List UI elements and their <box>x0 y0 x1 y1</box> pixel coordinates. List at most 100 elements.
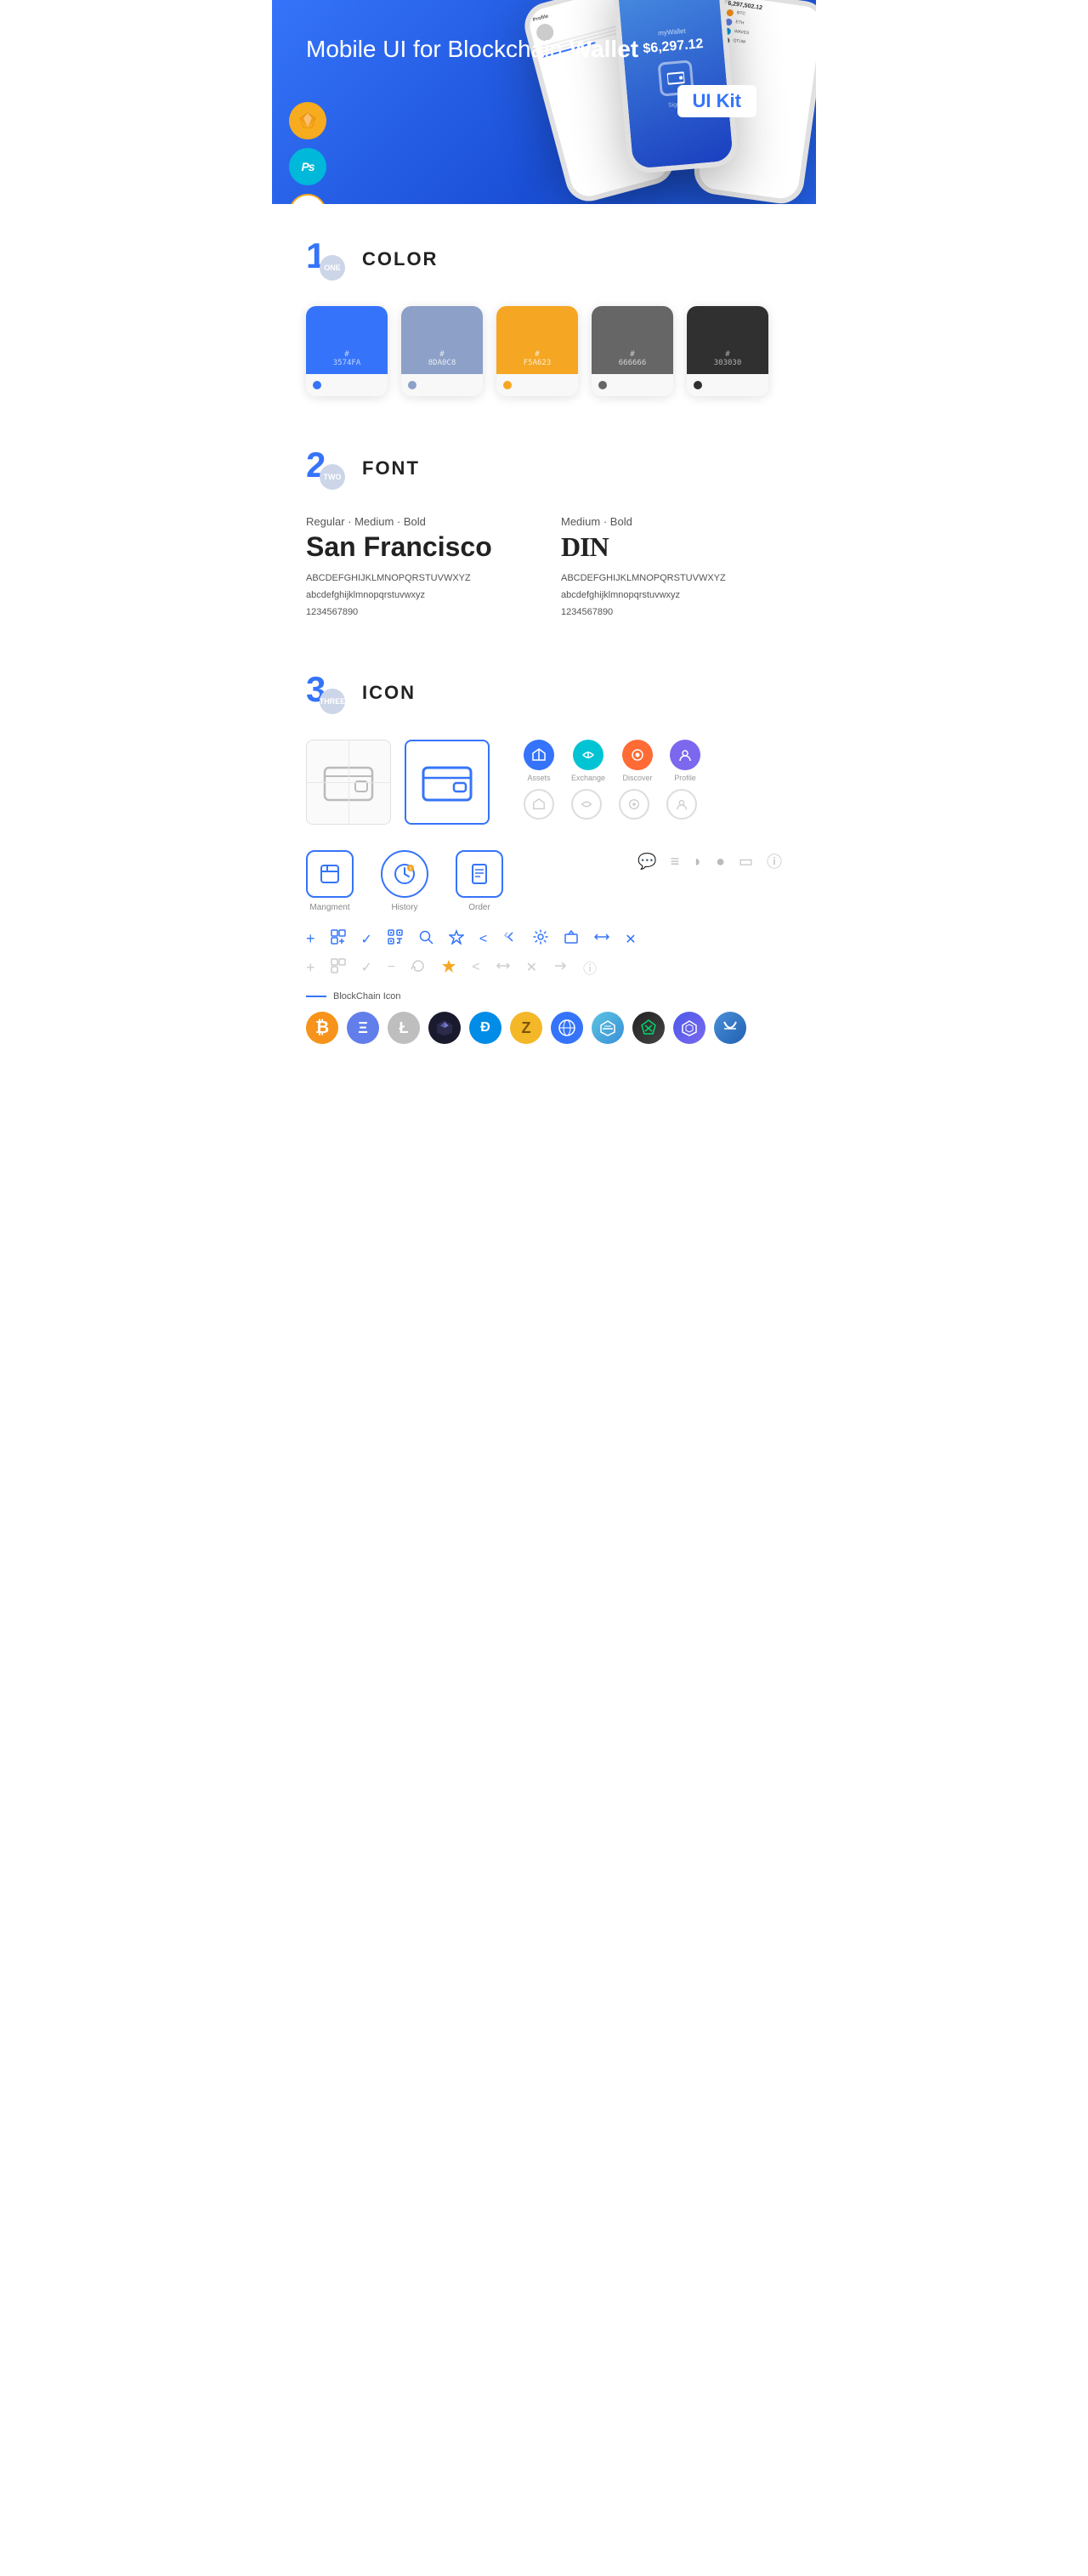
sf-num: 1234567890 <box>306 604 527 621</box>
dark-icon[interactable] <box>428 1012 461 1044</box>
grid-edit-icon-gray <box>331 958 346 978</box>
order-icon[interactable] <box>456 850 503 898</box>
font-section-number: 2 TWO <box>306 447 348 490</box>
din-name: DIN <box>561 533 782 560</box>
discover-icon-outline <box>619 789 649 820</box>
exchange-icon-outline <box>571 789 602 820</box>
exchange-label: Exchange <box>571 774 605 782</box>
stack-icon[interactable]: ≡ <box>671 853 680 871</box>
search-icon[interactable] <box>418 929 434 949</box>
swatch-steel: #8DA0C8 <box>401 306 483 396</box>
profile-label: Profile <box>674 774 696 782</box>
info-icon[interactable]: ⓘ <box>767 850 782 872</box>
ui-kit-badge: UI Kit <box>677 85 756 117</box>
chevron-left-icon-gray: < <box>472 960 479 975</box>
din-num: 1234567890 <box>561 604 782 621</box>
check-icon-gray: ✓ <box>361 959 372 976</box>
qr-icon[interactable] <box>388 929 403 949</box>
grid-edit-icon[interactable] <box>331 929 346 949</box>
profile-icon-outline <box>666 789 697 820</box>
chat-icon[interactable]: 💬 <box>638 853 656 871</box>
refresh-icon-gray <box>411 958 426 978</box>
blockchain-label: BlockChain Icon <box>333 991 401 1001</box>
ps-badge: Ps <box>289 148 326 185</box>
exchange-icon[interactable] <box>573 740 604 770</box>
font-grid: Regular · Medium · Bold San Francisco AB… <box>306 515 782 621</box>
management-icon[interactable] <box>306 850 354 898</box>
color-section: 1 ONE COLOR #3574FA #8DA0C8 <box>306 204 782 413</box>
arrow-right-gray <box>552 958 568 978</box>
x-icon-gray: ✕ <box>526 959 537 976</box>
grid-coin-icon[interactable] <box>551 1012 583 1044</box>
zcash-icon[interactable]: Z <box>510 1012 542 1044</box>
nano-icon[interactable] <box>714 1012 746 1044</box>
assets-icon-outline <box>524 789 554 820</box>
share-icon[interactable] <box>502 929 518 949</box>
main-icons-row: Mangment ! History Order <box>306 850 782 912</box>
small-icons-row-2: + ✓ − < ✕ ⓘ <box>306 957 782 978</box>
arrows-icon-gray <box>496 958 511 978</box>
history-icon[interactable]: ! <box>381 850 428 898</box>
moon-icon[interactable]: ◗ <box>693 853 702 871</box>
order-icon-item: Order <box>456 850 503 912</box>
crypto-icons-row: ₿ Ξ Ł Đ Z <box>306 1012 782 1044</box>
hero-title: Mobile UI for Blockchain Wallet <box>306 34 782 65</box>
close-icon[interactable]: ✕ <box>625 931 636 948</box>
wallet-wireframes <box>306 740 490 825</box>
info-circle-gray: ⓘ <box>583 957 597 978</box>
nav-icons-row-1: Assets Exchange Discover <box>524 740 700 782</box>
star-filled-icon[interactable] <box>441 958 456 978</box>
swatch-gray: #666666 <box>592 306 673 396</box>
management-icon-item: Mangment <box>306 850 354 912</box>
assets-icon-pair: Assets <box>524 740 554 782</box>
nav-icons-row-2 <box>524 789 700 820</box>
chevron-left-icon[interactable]: < <box>479 932 487 947</box>
blockchain-label-row: BlockChain Icon <box>306 991 782 1001</box>
font-san-francisco: Regular · Medium · Bold San Francisco AB… <box>306 515 527 621</box>
din-upper: ABCDEFGHIJKLMNOPQRSTUVWXYZ <box>561 570 782 587</box>
discover-icon-pair: Discover <box>622 740 653 782</box>
settings-icon[interactable] <box>533 929 548 949</box>
box-arrow-icon[interactable] <box>564 929 579 949</box>
circle-icon[interactable]: ● <box>716 853 725 871</box>
nav-icons-group: Assets Exchange Discover <box>524 740 700 820</box>
neo-icon[interactable] <box>632 1012 665 1044</box>
ethereum-icon[interactable]: Ξ <box>347 1012 379 1044</box>
profile-icon-pair: Profile <box>670 740 700 782</box>
comment-icon[interactable]: ▭ <box>739 853 753 871</box>
icon-section-header: 3 THREE ICON <box>306 672 782 714</box>
icon-section: 3 THREE ICON <box>306 638 782 1061</box>
litecoin-icon[interactable]: Ł <box>388 1012 420 1044</box>
assets-label: Assets <box>527 774 550 782</box>
wallet-icon-filled <box>405 740 490 825</box>
history-icon-item: ! History <box>381 850 428 912</box>
utility-icons-row-1: 💬 ≡ ◗ ● ▭ ⓘ <box>638 850 782 872</box>
swatch-blue: #3574FA <box>306 306 388 396</box>
polygon-icon[interactable] <box>673 1012 706 1044</box>
font-title: FONT <box>362 457 420 479</box>
utility-icons-group: 💬 ≡ ◗ ● ▭ ⓘ <box>638 850 782 872</box>
sf-meta: Regular · Medium · Bold <box>306 515 527 528</box>
swap-icon[interactable] <box>594 929 609 949</box>
color-section-number: 1 ONE <box>306 238 348 281</box>
waves-icon[interactable] <box>592 1012 624 1044</box>
discover-icon[interactable] <box>622 740 653 770</box>
plus-icon-gray: + <box>306 959 315 977</box>
star-icon[interactable] <box>449 929 464 949</box>
check-icon[interactable]: ✓ <box>361 931 372 948</box>
wallet-icon-wireframe <box>306 740 391 825</box>
bitcoin-icon[interactable]: ₿ <box>306 1012 338 1044</box>
font-section-header: 2 TWO FONT <box>306 447 782 490</box>
sketch-badge <box>289 102 326 139</box>
profile-icon[interactable] <box>670 740 700 770</box>
order-label: Order <box>468 903 490 912</box>
main-content: 1 ONE COLOR #3574FA #8DA0C8 <box>272 204 816 1095</box>
color-swatches: #3574FA #8DA0C8 #F5A623 <box>306 306 782 396</box>
plus-icon[interactable]: + <box>306 930 315 948</box>
dash-icon[interactable]: Đ <box>469 1012 502 1044</box>
screens-badge: 60+ Screens <box>289 194 326 204</box>
swatch-orange: #F5A623 <box>496 306 578 396</box>
font-section: 2 TWO FONT Regular · Medium · Bold San F… <box>306 413 782 638</box>
small-icons-row-1: + ✓ < <box>306 929 782 949</box>
assets-icon[interactable] <box>524 740 554 770</box>
